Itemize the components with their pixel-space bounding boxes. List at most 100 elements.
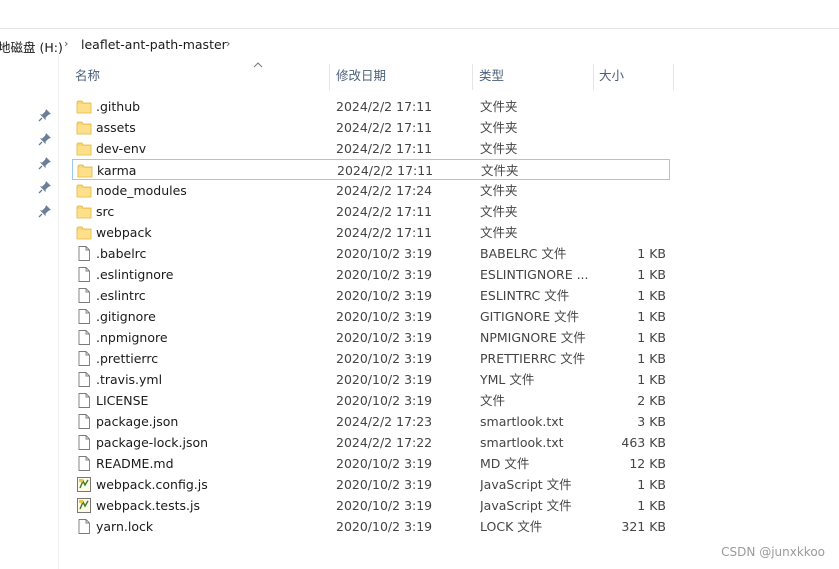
file-icon — [76, 308, 92, 325]
file-row[interactable]: .eslintignore 2020/10/2 3:19 ESLINTIGNORE … — [72, 264, 670, 285]
file-modified-date: 2024/2/2 17:11 — [336, 99, 433, 114]
file-modified-date: 2020/10/2 3:19 — [336, 498, 433, 513]
file-name: node_modules — [96, 183, 187, 198]
navigation-pane — [0, 56, 59, 569]
file-row[interactable]: src 2024/2/2 17:11 文件夹 — [72, 201, 670, 222]
file-size — [592, 96, 666, 117]
file-type: ESLINTRC 文件 — [480, 288, 570, 303]
file-row[interactable]: .eslintrc 2020/10/2 3:19 ESLINTRC 文件 1 KB — [72, 285, 670, 306]
file-row[interactable]: .npmignore 2020/10/2 3:19 NPMIGNORE 文件 1 KB — [72, 327, 670, 348]
file-modified-date: 2020/10/2 3:19 — [336, 519, 433, 534]
file-size: 1 KB — [637, 309, 666, 324]
file-size — [592, 138, 666, 159]
file-row[interactable]: node_modules 2024/2/2 17:24 文件夹 — [72, 180, 670, 201]
file-modified-date: 2020/10/2 3:19 — [336, 351, 433, 366]
file-modified-date: 2020/10/2 3:19 — [336, 393, 433, 408]
file-modified-date: 2024/2/2 17:11 — [336, 225, 433, 240]
file-type: smartlook.txt — [480, 435, 564, 450]
file-size — [593, 160, 667, 181]
breadcrumb-drive[interactable]: 地磁盘 (H:) — [0, 37, 63, 56]
file-row[interactable]: package-lock.json 2024/2/2 17:22 smartlook… — [72, 432, 670, 453]
file-icon — [76, 371, 92, 388]
folder-icon — [76, 140, 92, 157]
file-row[interactable]: webpack 2024/2/2 17:11 文件夹 — [72, 222, 670, 243]
column-header-name[interactable]: 名称 — [75, 60, 325, 90]
file-type: BABELRC 文件 — [480, 246, 567, 261]
file-modified-date: 2024/2/2 17:22 — [336, 435, 433, 450]
file-row[interactable]: webpack.tests.js 2020/10/2 3:19 JavaScript… — [72, 495, 670, 516]
file-row[interactable]: .prettierrc 2020/10/2 3:19 PRETTIERRC 文件 1 … — [72, 348, 670, 369]
column-divider[interactable] — [472, 64, 473, 90]
file-row[interactable]: package.json 2024/2/2 17:23 smartlook.txt 3… — [72, 411, 670, 432]
column-header-type[interactable]: 类型 — [479, 60, 589, 90]
column-header-row: 名称 修改日期 类型 大小 — [59, 60, 679, 90]
file-size: 3 KB — [637, 414, 666, 429]
file-type: 文件夹 — [480, 99, 518, 114]
file-size: 12 KB — [629, 456, 666, 471]
file-name: webpack.tests.js — [96, 498, 201, 513]
breadcrumb-separator-icon[interactable]: › — [226, 37, 230, 50]
file-name: .travis.yml — [96, 372, 163, 387]
file-name: dev-env — [96, 141, 147, 156]
file-size — [592, 117, 666, 138]
address-bar[interactable]: 地磁盘 (H:) › leaflet-ant-path-master › — [0, 34, 839, 56]
file-type: LOCK 文件 — [480, 519, 543, 534]
file-icon — [76, 266, 92, 283]
pin-icon[interactable] — [38, 108, 52, 122]
js-file-icon — [76, 476, 92, 493]
pin-icon[interactable] — [38, 204, 52, 218]
file-row[interactable]: .github 2024/2/2 17:11 文件夹 — [72, 96, 670, 117]
column-divider[interactable] — [593, 64, 594, 90]
file-type: GITIGNORE 文件 — [480, 309, 580, 324]
column-header-size[interactable]: 大小 — [599, 60, 669, 90]
folder-icon — [77, 162, 93, 179]
file-name: karma — [97, 163, 137, 178]
file-modified-date: 2020/10/2 3:19 — [336, 477, 433, 492]
file-size: 1 KB — [637, 498, 666, 513]
column-divider[interactable] — [329, 64, 330, 90]
file-name: assets — [96, 120, 136, 135]
file-size: 1 KB — [637, 288, 666, 303]
file-row[interactable]: .babelrc 2020/10/2 3:19 BABELRC 文件 1 KB — [72, 243, 670, 264]
breadcrumb-separator-icon[interactable]: › — [64, 37, 68, 50]
file-modified-date: 2024/2/2 17:11 — [337, 163, 434, 178]
folder-icon — [76, 224, 92, 241]
pin-icon[interactable] — [38, 156, 52, 170]
file-row[interactable]: .travis.yml 2020/10/2 3:19 YML 文件 1 KB — [72, 369, 670, 390]
file-row[interactable]: README.md 2020/10/2 3:19 MD 文件 12 KB — [72, 453, 670, 474]
file-icon — [76, 350, 92, 367]
file-row[interactable]: .gitignore 2020/10/2 3:19 GITIGNORE 文件 1 KB — [72, 306, 670, 327]
file-size — [592, 222, 666, 243]
file-name: LICENSE — [96, 393, 149, 408]
file-type: NPMIGNORE 文件 — [480, 330, 586, 345]
file-row[interactable]: assets 2024/2/2 17:11 文件夹 — [72, 117, 670, 138]
file-name: .prettierrc — [96, 351, 159, 366]
file-size — [592, 201, 666, 222]
js-file-icon — [76, 497, 92, 514]
file-type: 文件夹 — [480, 204, 518, 219]
breadcrumb-folder[interactable]: leaflet-ant-path-master — [81, 37, 227, 52]
pin-icon[interactable] — [38, 132, 52, 146]
column-divider[interactable] — [673, 64, 674, 90]
file-type: 文件夹 — [481, 163, 519, 178]
file-modified-date: 2024/2/2 17:24 — [336, 183, 433, 198]
file-row[interactable]: webpack.config.js 2020/10/2 3:19 JavaScrip… — [72, 474, 670, 495]
file-size: 1 KB — [637, 372, 666, 387]
file-size: 1 KB — [637, 351, 666, 366]
folder-icon — [76, 119, 92, 136]
column-header-date[interactable]: 修改日期 — [336, 60, 466, 90]
file-row[interactable]: yarn.lock 2020/10/2 3:19 LOCK 文件 321 KB — [72, 516, 670, 537]
file-icon — [76, 413, 92, 430]
folder-icon — [76, 203, 92, 220]
file-icon — [76, 518, 92, 535]
file-name: .eslintignore — [96, 267, 174, 282]
pin-icon[interactable] — [38, 180, 52, 194]
file-type: PRETTIERRC 文件 — [480, 351, 586, 366]
file-icon — [76, 245, 92, 262]
file-row[interactable]: karma 2024/2/2 17:11 文件夹 — [72, 159, 670, 180]
file-row[interactable]: dev-env 2024/2/2 17:11 文件夹 — [72, 138, 670, 159]
file-size: 1 KB — [637, 267, 666, 282]
file-row[interactable]: LICENSE 2020/10/2 3:19 文件 2 KB — [72, 390, 670, 411]
file-icon — [76, 455, 92, 472]
file-icon — [76, 287, 92, 304]
